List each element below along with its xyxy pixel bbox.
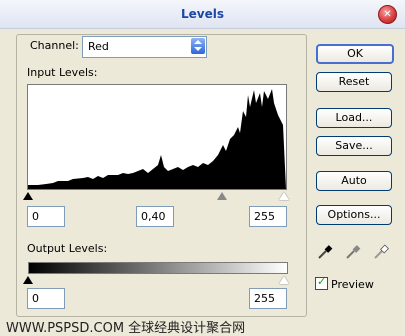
black-eyedropper-icon[interactable] bbox=[316, 243, 334, 261]
input-gamma-slider[interactable] bbox=[217, 192, 227, 200]
output-white-field[interactable]: 255 bbox=[249, 288, 287, 309]
window-title: Levels bbox=[180, 7, 224, 21]
input-white-field[interactable]: 255 bbox=[249, 206, 287, 227]
output-black-value: 0 bbox=[32, 292, 39, 305]
output-levels-label: Output Levels: bbox=[27, 242, 108, 255]
close-icon: ✕ bbox=[383, 9, 392, 20]
input-gamma-field[interactable]: 0,40 bbox=[136, 206, 174, 227]
input-black-field[interactable]: 0 bbox=[27, 206, 65, 227]
preview-checkbox[interactable] bbox=[315, 275, 328, 290]
input-levels-label: Input Levels: bbox=[27, 66, 98, 79]
channel-select[interactable]: Red bbox=[82, 36, 207, 58]
channel-value: Red bbox=[88, 40, 109, 53]
title-bar: Levels ✕ bbox=[0, 0, 405, 29]
output-black-field[interactable]: 0 bbox=[27, 288, 65, 309]
gray-eyedropper-icon[interactable] bbox=[344, 243, 362, 261]
histogram-graph bbox=[28, 89, 286, 189]
input-gamma-value: 0,40 bbox=[141, 210, 166, 223]
channel-label: Channel: bbox=[30, 39, 79, 52]
ok-button[interactable]: OK bbox=[316, 44, 394, 64]
white-eyedropper-icon[interactable] bbox=[372, 243, 390, 261]
input-black-value: 0 bbox=[32, 210, 39, 223]
watermark-text: WWW.PSPSD.COM 全球经典设计聚合网 bbox=[6, 321, 246, 336]
preview-label: Preview bbox=[331, 278, 374, 291]
save-button[interactable]: Save... bbox=[316, 136, 392, 156]
options-button[interactable]: Options... bbox=[316, 205, 392, 225]
output-black-slider[interactable] bbox=[23, 276, 33, 284]
output-gradient-bar bbox=[28, 262, 288, 274]
reset-button[interactable]: Reset bbox=[316, 72, 392, 92]
output-white-value: 255 bbox=[254, 292, 275, 305]
histogram bbox=[27, 84, 287, 190]
input-black-slider[interactable] bbox=[23, 192, 33, 200]
input-white-value: 255 bbox=[254, 210, 275, 223]
input-white-slider[interactable] bbox=[279, 192, 289, 200]
close-button[interactable]: ✕ bbox=[378, 5, 397, 24]
output-white-slider[interactable] bbox=[279, 276, 289, 284]
load-button[interactable]: Load... bbox=[316, 108, 392, 128]
auto-button[interactable]: Auto bbox=[316, 171, 392, 191]
dropdown-arrow-icon bbox=[191, 38, 205, 54]
